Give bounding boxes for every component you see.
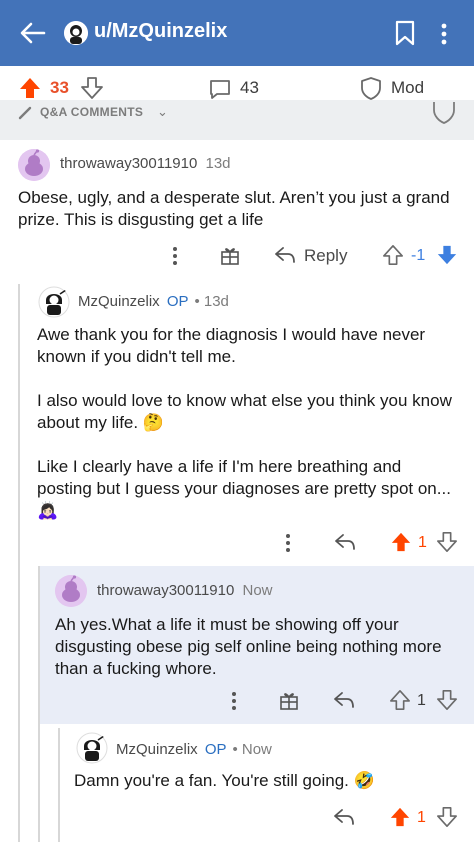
avatar[interactable] xyxy=(76,732,108,764)
upvote-icon[interactable] xyxy=(389,689,411,711)
separator-dot: • xyxy=(232,741,238,758)
comment-paragraph: Obese, ugly, and a desperate slut. Aren’… xyxy=(18,188,450,229)
reply-icon[interactable] xyxy=(333,808,355,826)
downvote-icon[interactable] xyxy=(436,689,458,711)
comment: throwaway30011910 13d Obese, ugly, and a… xyxy=(0,140,474,280)
more-options-icon[interactable] xyxy=(231,691,237,711)
comment-score: 1 xyxy=(417,809,426,826)
comment: MzQuinzelix OP • 13d Awe thank you for t… xyxy=(20,284,474,564)
comment-score: 1 xyxy=(418,534,427,551)
comment-body: Awe thank you for the diagnosis I would … xyxy=(37,324,457,522)
wand-icon xyxy=(18,106,32,120)
op-badge: OP xyxy=(166,293,189,310)
comment-body: Ah yes.What a life it must be showing of… xyxy=(55,614,467,680)
comment-paragraph: I also would love to know what else you … xyxy=(37,391,452,432)
upvote-icon[interactable] xyxy=(389,806,411,828)
comment-count: 43 xyxy=(240,78,259,97)
top-app-bar: u/MzQuinzelix xyxy=(0,0,474,66)
upvote-icon[interactable] xyxy=(390,531,412,553)
downvote-icon[interactable] xyxy=(436,531,458,553)
avatar[interactable] xyxy=(55,575,87,607)
more-options-icon[interactable] xyxy=(172,246,178,266)
comment-sort-bar[interactable]: Q&A COMMENTS ⌄ xyxy=(0,100,474,140)
more-vertical-icon[interactable] xyxy=(440,22,448,46)
comment-author[interactable]: throwaway30011910 xyxy=(97,582,234,599)
comment-paragraph: Ah yes.What a life it must be showing of… xyxy=(55,615,442,678)
avatar[interactable] xyxy=(18,149,50,181)
reply-button[interactable]: Reply xyxy=(304,246,347,266)
page-title: u/MzQuinzelix xyxy=(94,20,228,42)
avatar[interactable] xyxy=(64,21,88,45)
shield-icon[interactable] xyxy=(360,76,382,100)
comment-score: -1 xyxy=(411,247,426,264)
comment-paragraph: Awe thank you for the diagnosis I would … xyxy=(37,325,426,366)
mod-button[interactable]: Mod xyxy=(391,78,424,98)
bookmark-icon[interactable] xyxy=(394,20,416,46)
comment-timestamp: Now xyxy=(241,741,272,758)
more-options-icon[interactable] xyxy=(285,533,291,553)
reply-icon[interactable] xyxy=(333,691,355,709)
upvote-icon[interactable] xyxy=(382,244,404,266)
comment-timestamp: 13d xyxy=(205,155,231,172)
downvote-icon[interactable] xyxy=(436,806,458,828)
comment-paragraph: Like I clearly have a life if I'm here b… xyxy=(37,457,451,520)
comment-body: Damn you're a fan. You're still going. 🤣 xyxy=(74,770,464,792)
downvote-icon[interactable] xyxy=(436,244,458,266)
shield-outline-icon[interactable] xyxy=(432,100,456,124)
award-icon[interactable] xyxy=(279,689,299,711)
reply-icon[interactable] xyxy=(274,246,296,264)
comment-icon[interactable] xyxy=(208,77,232,101)
award-icon[interactable] xyxy=(220,244,240,266)
comment-score: 1 xyxy=(417,692,426,709)
comment-author[interactable]: throwaway30011910 xyxy=(60,155,197,172)
comment-timestamp: Now xyxy=(242,582,273,599)
reply-icon[interactable] xyxy=(334,533,356,551)
comment: MzQuinzelix OP • Now Damn you're a fan. … xyxy=(60,728,474,842)
sort-label: Q&A COMMENTS xyxy=(40,105,144,119)
back-arrow-icon[interactable] xyxy=(18,18,48,48)
comment-author[interactable]: MzQuinzelix xyxy=(78,293,160,310)
op-badge: OP xyxy=(204,741,227,758)
comment-author[interactable]: MzQuinzelix xyxy=(116,741,198,758)
upvote-count: 33 xyxy=(50,78,69,97)
avatar[interactable] xyxy=(38,286,70,318)
comment-timestamp: 13d xyxy=(203,293,229,310)
comment-body: Obese, ugly, and a desperate slut. Aren’… xyxy=(18,187,463,231)
chevron-down-icon: ⌄ xyxy=(157,104,168,119)
separator-dot: • xyxy=(194,293,200,310)
comment: throwaway30011910 Now Ah yes.What a life… xyxy=(40,566,474,724)
comment-paragraph: Damn you're a fan. You're still going. 🤣 xyxy=(74,771,375,790)
downvote-icon[interactable] xyxy=(80,76,104,100)
upvote-icon[interactable] xyxy=(18,76,42,100)
